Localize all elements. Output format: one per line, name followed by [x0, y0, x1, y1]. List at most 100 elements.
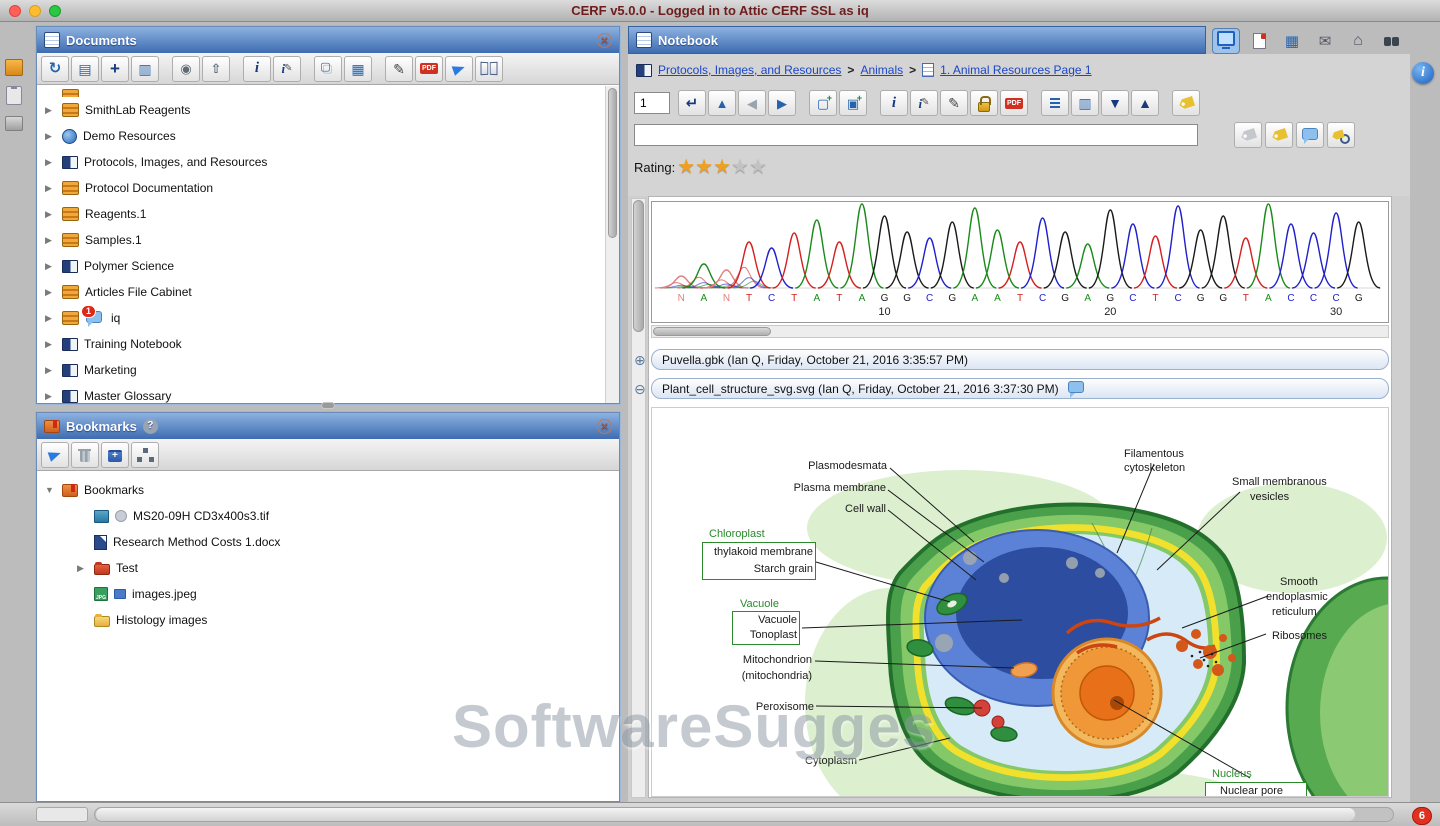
clipboard-icon[interactable]	[5, 86, 23, 104]
comment-button[interactable]	[1296, 122, 1324, 148]
down-big-button[interactable]	[1101, 90, 1129, 116]
new-entry-button[interactable]	[809, 90, 837, 116]
bottom-hscrollbar[interactable]	[94, 807, 1394, 822]
expand-arrow-icon[interactable]: ▶	[45, 209, 56, 220]
sign-button[interactable]	[273, 56, 301, 82]
sign-button[interactable]	[910, 90, 938, 116]
tag-button[interactable]	[1265, 122, 1293, 148]
close-window-button[interactable]	[9, 5, 21, 17]
binoculars-view-button[interactable]	[1377, 28, 1405, 54]
bank-view-button[interactable]	[1344, 28, 1372, 54]
hierarchy-button[interactable]	[131, 442, 159, 468]
drive-icon[interactable]	[5, 114, 23, 132]
close-bookmarks-icon[interactable]	[597, 419, 612, 434]
tree-item[interactable]: ▶Demo Resources	[37, 123, 619, 149]
info-button[interactable]	[243, 56, 271, 82]
tree-item[interactable]: ▶Articles File Cabinet	[37, 279, 619, 305]
tree-item[interactable]: ▶Training Notebook	[37, 331, 619, 357]
bottom-hscroll-thumb[interactable]	[96, 808, 1355, 821]
pen-button[interactable]	[385, 56, 413, 82]
bookmark-item[interactable]: MS20-09H CD3x400s3.tif	[37, 503, 619, 529]
pdf-button[interactable]	[415, 56, 443, 82]
trash-button[interactable]	[71, 442, 99, 468]
rating-star-3[interactable]: ★	[713, 156, 731, 178]
breadcrumb-link[interactable]: Animals	[860, 63, 903, 77]
entries-button[interactable]	[131, 56, 159, 82]
expand-arrow-icon[interactable]: ▶	[45, 287, 56, 298]
content-scrollbar[interactable]	[631, 198, 646, 798]
send-button[interactable]	[445, 56, 473, 82]
add-button[interactable]	[101, 56, 129, 82]
send-button[interactable]	[41, 442, 69, 468]
expand-entry-icon[interactable]: ⊕	[634, 352, 646, 369]
collapse-arrow-icon[interactable]: ▼	[45, 485, 56, 495]
eye-button[interactable]	[172, 56, 200, 82]
content-scrollbar-thumb[interactable]	[633, 200, 644, 332]
documents-scrollbar-thumb[interactable]	[608, 88, 617, 238]
minimize-window-button[interactable]	[29, 5, 41, 17]
help-icon[interactable]	[143, 419, 158, 434]
rating-star-5[interactable]: ★	[749, 156, 767, 178]
zoom-window-button[interactable]	[49, 5, 61, 17]
expand-arrow-icon[interactable]: ▶	[77, 563, 88, 574]
expand-arrow-icon[interactable]: ▶	[45, 105, 56, 116]
tag-button[interactable]	[1172, 90, 1200, 116]
columns-button[interactable]	[1071, 90, 1099, 116]
notebook-panel-header[interactable]: Notebook	[628, 26, 1206, 54]
notification-badge[interactable]: 6	[1412, 807, 1432, 825]
report-view-button[interactable]	[1245, 28, 1273, 54]
export-button[interactable]	[202, 56, 230, 82]
info-button[interactable]	[880, 90, 908, 116]
monitor-view-button[interactable]	[1212, 28, 1240, 54]
tree-item[interactable]: ▶Samples.1	[37, 227, 619, 253]
tree-item[interactable]: ▶Protocol Documentation	[37, 175, 619, 201]
bookmark-item[interactable]: ▶Test	[37, 555, 619, 581]
rating-star-4[interactable]: ★	[731, 156, 749, 178]
folder-add-button[interactable]	[101, 442, 129, 468]
tree-item[interactable]: ▶Polymer Science	[37, 253, 619, 279]
filter-input[interactable]	[634, 124, 1198, 146]
breadcrumb-link[interactable]: 1. Animal Resources Page 1	[940, 63, 1091, 77]
return-button[interactable]	[678, 90, 706, 116]
refresh-button[interactable]	[41, 56, 69, 82]
tree-item[interactable]: ▶1iq	[37, 305, 619, 331]
bookmarks-root-item[interactable]: ▼Bookmarks	[37, 477, 619, 503]
entry-plant-cell[interactable]: ⊖ Plant_cell_structure_svg.svg (Ian Q, F…	[651, 378, 1389, 399]
up-button[interactable]	[708, 90, 736, 116]
new-notebook-button[interactable]	[71, 56, 99, 82]
info-circle-icon[interactable]: i	[1412, 62, 1434, 84]
expand-arrow-icon[interactable]: ▶	[45, 365, 56, 376]
expand-arrow-icon[interactable]: ▶	[45, 261, 56, 272]
expand-arrow-icon[interactable]: ▶	[45, 391, 56, 402]
documents-panel-header[interactable]: Documents	[37, 27, 619, 53]
expand-arrow-icon[interactable]: ▶	[45, 183, 56, 194]
expand-arrow-icon[interactable]: ▶	[45, 313, 56, 324]
page-number-input[interactable]	[634, 92, 670, 114]
comment-icon[interactable]	[1067, 380, 1085, 398]
pdf-button[interactable]	[1000, 90, 1028, 116]
table-view-button[interactable]	[1278, 28, 1306, 54]
right-button[interactable]	[768, 90, 796, 116]
sort-button[interactable]	[1041, 90, 1069, 116]
unread-comment-badge[interactable]: 1	[85, 309, 105, 327]
expand-arrow-icon[interactable]: ▶	[45, 131, 56, 142]
collapse-entry-icon[interactable]: ⊖	[634, 381, 646, 398]
lock-button[interactable]	[970, 90, 998, 116]
documents-scrollbar[interactable]	[605, 86, 619, 403]
tag-search-button[interactable]	[1327, 122, 1355, 148]
bookmark-item[interactable]: images.jpeg	[37, 581, 619, 607]
new-page-button[interactable]	[839, 90, 867, 116]
up-big-button[interactable]	[1131, 90, 1159, 116]
archive-icon[interactable]	[5, 58, 23, 76]
left-button[interactable]	[738, 90, 766, 116]
bookmark-item[interactable]: Research Method Costs 1.docx	[37, 529, 619, 555]
mail-view-button[interactable]	[1311, 28, 1339, 54]
tree-item[interactable]: ▶SmithLab Reagents	[37, 97, 619, 123]
rating-stars[interactable]: ★★★★★	[677, 157, 767, 177]
expand-arrow-icon[interactable]: ▶	[45, 339, 56, 350]
copy-button[interactable]	[314, 56, 342, 82]
tree-item[interactable]: ▶Reagents.1	[37, 201, 619, 227]
tree-item[interactable]: ▶Protocols, Images, and Resources	[37, 149, 619, 175]
book-button[interactable]	[475, 56, 503, 82]
rating-star-2[interactable]: ★	[695, 156, 713, 178]
